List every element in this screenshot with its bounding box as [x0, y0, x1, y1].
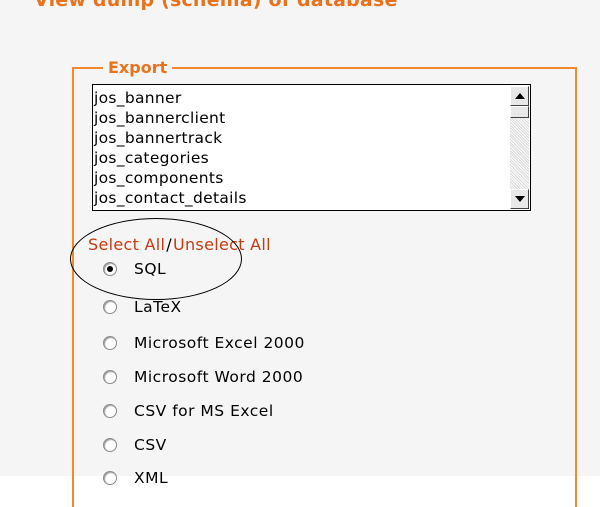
format-label: Microsoft Excel 2000	[134, 334, 305, 352]
format-option-word-2000[interactable]: Microsoft Word 2000	[103, 365, 303, 389]
export-legend: Export	[103, 58, 173, 78]
table-option[interactable]: jos_bannerclient	[94, 108, 247, 128]
radio-button-icon[interactable]	[103, 471, 117, 485]
scroll-up-button[interactable]	[510, 86, 529, 106]
format-option-csv[interactable]: CSV	[103, 433, 167, 457]
format-option-latex[interactable]: LaTeX	[103, 295, 182, 319]
radio-selected-dot	[107, 266, 113, 272]
radio-button-icon[interactable]	[103, 404, 117, 418]
radio-button-icon[interactable]	[103, 262, 117, 276]
format-option-excel-2000[interactable]: Microsoft Excel 2000	[103, 331, 305, 355]
format-label: LaTeX	[134, 298, 182, 316]
radio-button-icon[interactable]	[103, 300, 117, 314]
tables-list: jos_banner jos_bannerclient jos_bannertr…	[94, 88, 247, 208]
tables-listbox[interactable]: jos_banner jos_bannerclient jos_bannertr…	[92, 84, 531, 211]
unselect-all-link[interactable]: Unselect All	[173, 235, 271, 254]
format-option-xml[interactable]: XML	[103, 466, 168, 490]
scroll-down-arrow-icon	[515, 196, 525, 202]
radio-button-icon[interactable]	[103, 336, 117, 350]
table-option[interactable]: jos_categories	[94, 148, 247, 168]
radio-button-icon[interactable]	[103, 370, 117, 384]
tables-scrollbar[interactable]	[510, 86, 529, 209]
link-separator: /	[166, 235, 172, 254]
format-label: SQL	[134, 260, 167, 278]
format-label: XML	[134, 469, 169, 487]
page-heading-link[interactable]: View dump (schema) of database	[34, 0, 398, 11]
format-label: CSV	[134, 436, 167, 454]
table-option[interactable]: jos_components	[94, 168, 247, 188]
table-option[interactable]: jos_banner	[94, 88, 247, 108]
format-label: Microsoft Word 2000	[134, 368, 304, 386]
format-label: CSV for MS Excel	[134, 402, 274, 420]
format-option-sql[interactable]: SQL	[103, 257, 166, 281]
scroll-up-arrow-icon	[515, 93, 525, 99]
table-option[interactable]: jos_bannertrack	[94, 128, 247, 148]
select-all-link[interactable]: Select All	[88, 235, 165, 254]
scroll-thumb[interactable]	[510, 106, 529, 118]
format-option-csv-ms-excel[interactable]: CSV for MS Excel	[103, 399, 274, 423]
scroll-down-button[interactable]	[510, 189, 529, 209]
table-option[interactable]: jos_contact_details	[94, 188, 247, 208]
radio-button-icon[interactable]	[103, 438, 117, 452]
select-links: Select All/Unselect All	[88, 234, 271, 256]
